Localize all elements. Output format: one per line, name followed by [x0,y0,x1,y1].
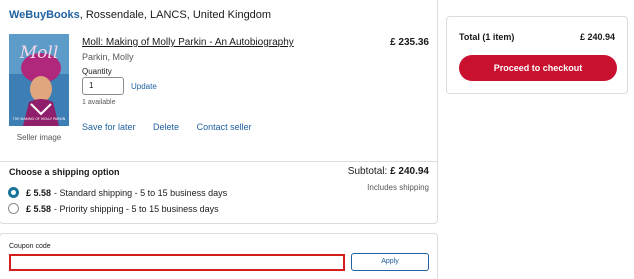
total-value: £ 240.94 [579,32,615,42]
shipping-option-price: £ 5.58 [26,187,52,198]
shipping-option-price: £ 5.58 [26,203,52,214]
order-summary-card: Total (1 item) £ 240.94 Proceed to check… [446,16,628,94]
cart-card: WeBuyBooks, Rossendale, LANCS, United Ki… [0,0,438,224]
seller-image-label: Seller image [16,133,62,142]
shipping-title: Choose a shipping option [9,167,120,177]
divider [0,161,437,162]
availability-text: 1 available [82,99,116,106]
apply-coupon-button[interactable]: Apply [351,253,429,271]
delete-link[interactable]: Delete [153,122,179,132]
shipping-option-standard[interactable]: £ 5.58 - Standard shipping - 5 to 15 bus… [8,187,227,198]
coupon-code-input[interactable] [9,254,345,271]
book-cover-art: Moll THE MAKING OF MOLLY PARKIN [9,34,69,126]
total-label: Total (1 item) [459,32,515,42]
shipping-option-priority[interactable]: £ 5.58 - Priority shipping - 5 to 15 bus… [8,203,219,214]
quantity-input[interactable]: 1 [82,77,124,95]
item-price: £ 235.36 [390,37,429,48]
subtotal-label: Subtotal: [347,166,391,177]
subtotal-value: £ 240.94 [390,166,429,177]
radio-selected-icon[interactable] [8,187,19,198]
book-cover-image[interactable]: Moll THE MAKING OF MOLLY PARKIN [9,34,69,126]
shipping-option-label: - Priority shipping - 5 to 15 business d… [54,203,219,214]
item-author: Parkin, Molly [82,52,134,62]
update-link[interactable]: Update [131,82,157,91]
contact-seller-link[interactable]: Contact seller [197,122,252,132]
cover-caption: THE MAKING OF MOLLY PARKIN [12,117,66,121]
seller-location: , Rossendale, LANCS, United Kingdom [79,9,272,21]
shipping-option-label: - Standard shipping - 5 to 15 business d… [54,187,228,198]
cover-title: Moll [19,43,59,63]
includes-shipping-note: Includes shipping [367,183,429,192]
coupon-label: Coupon code [9,243,51,250]
proceed-to-checkout-button[interactable]: Proceed to checkout [459,55,617,81]
seller-name-link[interactable]: WeBuyBooks [9,9,80,21]
save-for-later-link[interactable]: Save for later [82,122,136,132]
radio-unselected-icon[interactable] [8,203,19,214]
seller-line: WeBuyBooks, Rossendale, LANCS, United Ki… [9,9,271,21]
quantity-label: Quantity [82,67,112,76]
subtotal: Subtotal: £ 240.94 [348,166,429,177]
item-title-link[interactable]: Moll: Making of Molly Parkin - An Autobi… [82,37,294,48]
item-actions: Save for later Delete Contact seller [82,122,267,132]
